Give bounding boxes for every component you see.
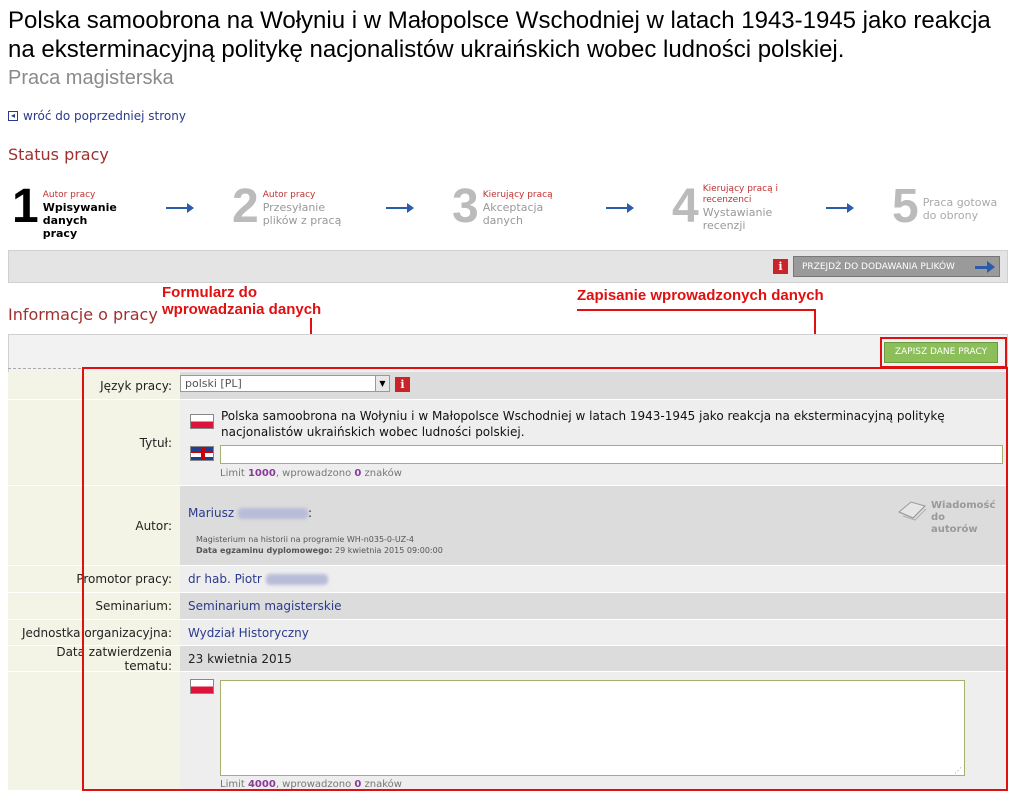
language-select[interactable]: polski [PL] ▼ [180, 375, 390, 392]
step-number: 5 [892, 180, 919, 233]
page-title: Polska samoobrona na Wołyniu i w Małopol… [8, 7, 991, 63]
annotation-line [577, 309, 815, 311]
arrow-right-icon [975, 261, 995, 273]
step-number: 4 [672, 180, 699, 233]
title-en-input[interactable] [220, 445, 1003, 464]
polish-flag-icon [190, 414, 214, 429]
step-number: 2 [232, 180, 259, 233]
step-2: 2 Autor pracy Przesyłanie plików z pracą [232, 180, 355, 233]
save-annotation: Zapisanie wprowadzonych danych [577, 287, 824, 304]
step-role: Autor pracy [262, 190, 316, 200]
seminar-label: Seminarium: [8, 593, 180, 620]
approval-date-value: 23 kwietnia 2015 [188, 651, 292, 666]
step-1: 1 Autor pracy Wpisywanie danych pracy [12, 180, 123, 241]
step-arrow-icon [166, 203, 194, 213]
form-row-language: Język pracy: [8, 372, 1008, 400]
form-row-promoter: Promotor pracy: dr hab. Piotr [8, 566, 1008, 593]
step-4: 4 Kierujący pracą i recenzenci Wystawian… [672, 180, 781, 233]
language-label: Język pracy: [8, 372, 180, 400]
step-5: 5 Praca gotowa do obrony [892, 180, 1005, 233]
step-role: Autor pracy [42, 190, 96, 200]
form-row-approval-date: Data zatwierdzenia tematu: 23 kwietnia 2… [8, 645, 1008, 673]
promoter-link[interactable]: dr hab. Piotr [188, 572, 262, 586]
form-row-author: Autor: [8, 486, 1008, 566]
step-number: 3 [452, 180, 479, 233]
step-arrow-icon [826, 203, 854, 213]
abstract-pl-textarea[interactable]: ⋰ [220, 680, 965, 776]
page-subtitle: Praca magisterska [8, 67, 174, 89]
step-role: Kierujący pracą i recenzenci [702, 184, 778, 205]
title-label: Tytuł: [8, 400, 180, 486]
resize-handle-icon[interactable]: ⋰ [954, 766, 962, 775]
message-authors-link[interactable]: Wiadomość do autorów [931, 500, 995, 536]
step-action: Praca gotowa do obrony [922, 196, 998, 222]
status-heading: Status pracy [8, 145, 109, 164]
step-action: Akceptacja danych [482, 201, 544, 227]
unit-label: Jednostka organizacyjna: [8, 620, 180, 646]
back-arrow-icon: ◂ [8, 111, 18, 121]
go-to-files-label: PRZEJDŹ DO DODAWANIA PLIKÓW [802, 261, 955, 272]
back-link-label: wróć do poprzedniej strony [23, 109, 186, 123]
title-char-limit: Limit 1000, wprowadzono 0 znaków [220, 468, 402, 479]
promoter-label: Promotor pracy: [8, 566, 180, 593]
envelope-icon[interactable] [897, 498, 927, 522]
form-annotation: Formularz do wprowadzania danych [162, 284, 322, 318]
title-pl-text: Polska samoobrona na Wołyniu i w Małopol… [221, 409, 945, 439]
step-action: Przesyłanie plików z pracą [262, 201, 342, 227]
info-heading: Informacje o pracy [8, 305, 158, 324]
divider [8, 368, 880, 369]
info-icon[interactable]: i [773, 259, 788, 274]
exam-date-line: Data egzaminu dyplomowego: 29 kwietnia 2… [196, 546, 443, 555]
author-label: Autor: [8, 486, 180, 566]
chevron-down-icon: ▼ [375, 376, 389, 391]
english-flag-icon [190, 446, 214, 461]
unit-link[interactable]: Wydział Historyczny [188, 626, 309, 640]
step-arrow-icon [606, 203, 634, 213]
form-row-seminar: Seminarium: Seminarium magisterskie [8, 593, 1008, 620]
author-program: Magisterium na historii na programie WH-… [196, 535, 414, 544]
abstract-char-limit: Limit 4000, wprowadzono 0 znaków [220, 779, 402, 790]
seminar-link[interactable]: Seminarium magisterskie [188, 599, 342, 613]
polish-flag-icon [190, 679, 214, 694]
info-icon[interactable]: i [395, 377, 410, 392]
approval-date-label: Data zatwierdzenia tematu: [8, 645, 180, 673]
step-number: 1 [12, 180, 39, 233]
back-link[interactable]: ◂ wróć do poprzedniej strony [8, 109, 186, 123]
go-to-files-button[interactable]: PRZEJDŹ DO DODAWANIA PLIKÓW [793, 256, 1000, 277]
step-action: Wpisywanie danych pracy [42, 201, 117, 240]
step-role: Kierujący pracą [482, 190, 553, 200]
step-arrow-icon [386, 203, 414, 213]
step-action: Wystawianie recenzji [702, 206, 773, 232]
save-highlight-frame [880, 337, 1007, 368]
language-select-value: polski [PL] [185, 377, 242, 390]
author-name[interactable]: Mariusz : [188, 506, 312, 520]
step-3: 3 Kierujący pracą Akceptacja danych [452, 180, 563, 233]
form-row-unit: Jednostka organizacyjna: Wydział History… [8, 620, 1008, 646]
